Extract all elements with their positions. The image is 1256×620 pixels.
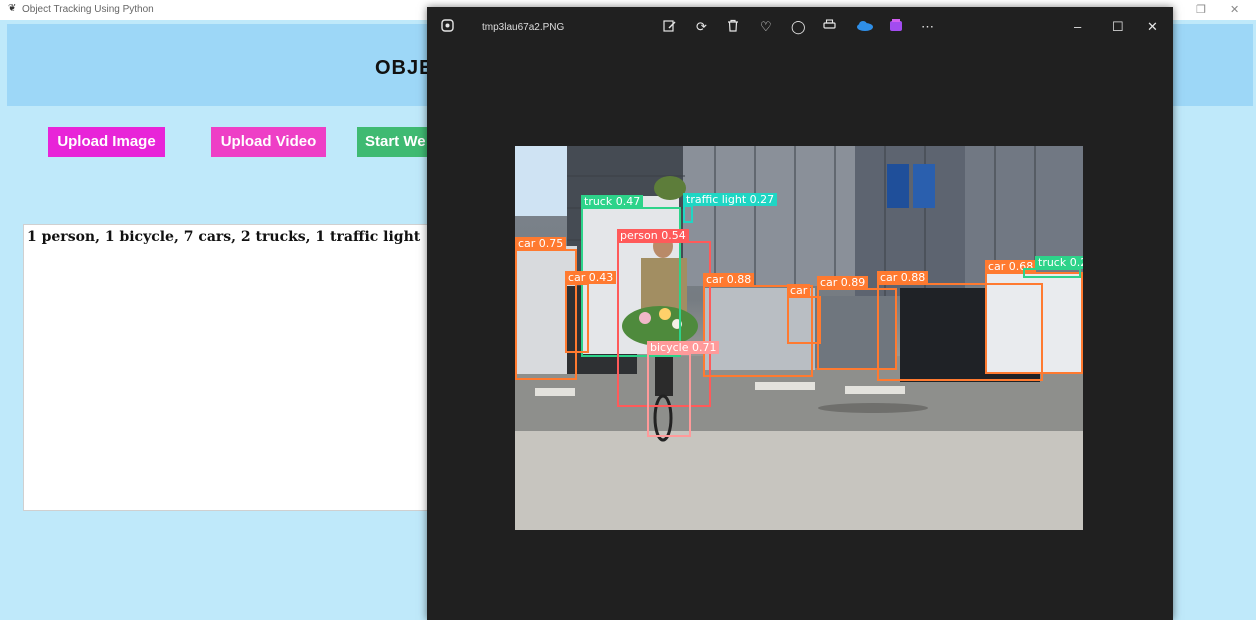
detection-label: car	[787, 284, 811, 297]
print-icon[interactable]	[823, 19, 836, 35]
app-window-title: Object Tracking Using Python	[22, 4, 154, 15]
detection-label: truck 0.47	[581, 195, 644, 208]
detection-box: car 0.43	[565, 271, 617, 353]
restore-icon[interactable]: ❐	[1196, 3, 1206, 16]
detection-label: car 0.89	[817, 276, 869, 289]
detection-label: truck 0.27	[1035, 256, 1083, 269]
onedrive-icon[interactable]	[856, 19, 873, 35]
detection-label: bicycle 0.71	[647, 341, 720, 354]
viewer-titlebar: tmp3lau67a2.PNG ⟳ ♡ ◯ ⋯ – ☐ ✕	[427, 7, 1173, 47]
result-text-area[interactable]: 1 person, 1 bicycle, 7 cars, 2 trucks, 1…	[23, 224, 445, 511]
detection-photo: truck 0.47 traffic light 0.27 person 0.5…	[515, 146, 1083, 530]
upload-image-button[interactable]: Upload Image	[48, 127, 165, 157]
minimize-icon[interactable]: –	[1074, 19, 1081, 35]
delete-icon[interactable]	[727, 19, 739, 36]
detection-label: car 0.75	[515, 237, 567, 250]
upload-video-button[interactable]: Upload Video	[211, 127, 326, 157]
page-title: OBJE	[375, 57, 434, 79]
detection-box: car	[787, 284, 821, 344]
rotate-icon[interactable]: ⟳	[696, 19, 707, 35]
photo-viewer-window: tmp3lau67a2.PNG ⟳ ♡ ◯ ⋯ – ☐ ✕ truck 0.47…	[427, 7, 1173, 620]
detection-label: traffic light 0.27	[683, 193, 778, 206]
detection-label: car 0.88	[877, 271, 929, 284]
maximize-icon[interactable]: ☐	[1112, 19, 1124, 35]
clipchamp-icon[interactable]	[889, 19, 903, 36]
viewer-filename: tmp3lau67a2.PNG	[482, 22, 565, 33]
feather-icon: ❦	[8, 3, 17, 14]
detection-label: person 0.54	[617, 229, 689, 242]
edit-icon[interactable]	[663, 19, 677, 37]
detection-box: truck 0.27	[1023, 256, 1083, 278]
more-icon[interactable]: ⋯	[921, 19, 934, 35]
close-icon[interactable]: ✕	[1230, 3, 1239, 16]
detection-box: car 0.68	[985, 260, 1083, 374]
detection-label: car 0.43	[565, 271, 617, 284]
detection-label: car 0.88	[703, 273, 755, 286]
crop-icon[interactable]: ◯	[791, 19, 806, 35]
detection-box: bicycle 0.71	[647, 341, 720, 437]
favorite-icon[interactable]: ♡	[760, 19, 772, 35]
detection-box: traffic light 0.27	[683, 193, 778, 223]
close-icon[interactable]: ✕	[1147, 19, 1158, 35]
photos-app-icon	[441, 19, 454, 36]
detection-summary: 1 person, 1 bicycle, 7 cars, 2 trucks, 1…	[27, 229, 421, 245]
